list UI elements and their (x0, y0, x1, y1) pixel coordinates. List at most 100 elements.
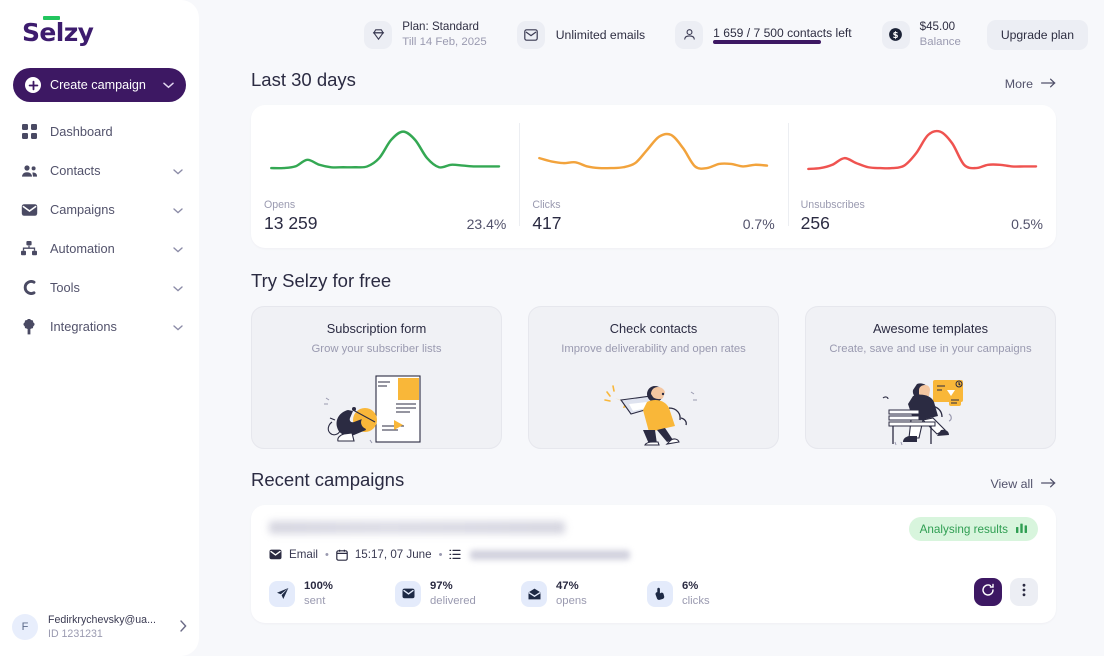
campaign-stat-sent: 100% sent (269, 579, 395, 608)
emails-label: Unlimited emails (556, 28, 645, 42)
promo-card-subscription-form[interactable]: Subscription form Grow your subscriber l… (251, 306, 502, 449)
sitemap-icon (20, 240, 38, 258)
recent-header: Recent campaigns View all (251, 469, 1056, 491)
contacts-label: 1 659 / 7 500 contacts left (713, 26, 852, 40)
campaign-stat-percent: 97% (430, 579, 476, 594)
last30-title: Last 30 days (251, 69, 356, 91)
upgrade-plan-button[interactable]: Upgrade plan (987, 20, 1088, 50)
contacts-usage: 1 659 / 7 500 contacts left (713, 26, 852, 44)
logo-text: Selzy (22, 18, 93, 47)
wrench-c-icon (20, 279, 38, 297)
chevron-down-icon (173, 279, 183, 297)
sidebar-item-automation[interactable]: Automation (0, 229, 199, 268)
promo-card-title: Awesome templates (816, 321, 1045, 336)
create-campaign-button[interactable]: Create campaign (13, 68, 186, 102)
coin-icon: $ (882, 21, 910, 49)
campaign-stat-text: 97% delivered (430, 579, 476, 608)
puzzle-icon (20, 318, 38, 336)
campaign-stat-opens: 47% opens (521, 579, 647, 608)
promo-header: Try Selzy for free (251, 270, 1056, 292)
sidebar-item-tools[interactable]: Tools (0, 268, 199, 307)
arrow-right-icon (1041, 77, 1056, 91)
promo-title: Try Selzy for free (251, 270, 391, 292)
campaign-row[interactable]: Email • 15:17, 07 June • Analysing resul… (251, 505, 1056, 623)
sidebar-item-label: Campaigns (50, 202, 173, 217)
campaign-actions (974, 578, 1038, 606)
topbar-contacts[interactable]: 1 659 / 7 500 contacts left (675, 21, 852, 49)
sidebar-item-integrations[interactable]: Integrations (0, 307, 199, 346)
refresh-button[interactable] (974, 578, 1002, 606)
refresh-icon (981, 583, 995, 602)
metric-label: Opens (264, 199, 506, 211)
view-all-link[interactable]: View all (991, 477, 1056, 491)
chevron-right-icon (180, 620, 187, 635)
topbar-emails[interactable]: Unlimited emails (517, 21, 645, 49)
more-vertical-icon (1022, 583, 1026, 602)
plan-expiry: Till 14 Feb, 2025 (402, 35, 486, 50)
promo-card-subtitle: Improve deliverability and open rates (539, 343, 768, 355)
chevron-down-icon (173, 240, 183, 258)
topbar-balance[interactable]: $ $45.00 Balance (882, 19, 961, 50)
campaign-stat-percent: 47% (556, 579, 587, 594)
promo-card-title: Subscription form (262, 321, 491, 336)
sidebar-item-label: Tools (50, 280, 173, 295)
promo-card-subtitle: Create, save and use in your campaigns (816, 343, 1045, 355)
campaign-stat-name: delivered (430, 594, 476, 609)
sparkline-opens (264, 119, 506, 189)
more-link[interactable]: More (1005, 77, 1056, 91)
chevron-down-icon (173, 318, 183, 336)
sparkline-unsubscribes (801, 119, 1043, 189)
campaign-stat-text: 100% sent (304, 579, 333, 608)
campaign-stat-name: sent (304, 594, 333, 609)
envelope-icon (395, 581, 421, 607)
envelope-icon (269, 549, 282, 560)
balance-label: Balance (920, 35, 961, 50)
profile-email: Fedirkrychevsky@ua... (48, 614, 180, 626)
selzy-logo[interactable]: Selzy (22, 20, 93, 46)
promo-card-check-contacts[interactable]: Check contacts Improve deliverability an… (528, 306, 779, 449)
person-on-bench-illustration (806, 374, 1055, 446)
campaign-stats: 100% sent 97% delivered (269, 579, 1038, 608)
upgrade-plan-label: Upgrade plan (1001, 28, 1074, 42)
profile-id: ID 1231231 (48, 628, 180, 640)
more-options-button[interactable] (1010, 578, 1038, 606)
sidebar-item-contacts[interactable]: Contacts (0, 151, 199, 190)
campaign-stat-percent: 6% (682, 579, 710, 594)
chevron-down-icon (173, 162, 183, 180)
campaign-stat-text: 6% clicks (682, 579, 710, 608)
sparkline-clicks (532, 119, 774, 189)
person-with-laptop-illustration (529, 374, 778, 446)
metric-percent: 0.7% (743, 216, 775, 232)
separator-dot: • (439, 549, 443, 561)
promo-row: Subscription form Grow your subscriber l… (251, 306, 1056, 449)
svg-text:$: $ (893, 30, 899, 40)
sidebar-nav: Dashboard Contacts Campaigns (0, 112, 199, 346)
topbar-plan[interactable]: Plan: Standard Till 14 Feb, 2025 (364, 19, 486, 50)
campaign-stat-name: clicks (682, 594, 710, 609)
campaign-channel: Email (289, 548, 318, 561)
promo-card-awesome-templates[interactable]: Awesome templates Create, save and use i… (805, 306, 1056, 449)
arrow-right-icon (1041, 477, 1056, 491)
chevron-down-icon (173, 201, 183, 219)
campaign-stat-text: 47% opens (556, 579, 587, 608)
user-profile[interactable]: F Fedirkrychevsky@ua... ID 1231231 (0, 598, 199, 656)
topbar: Plan: Standard Till 14 Feb, 2025 Unlimit… (199, 0, 1104, 69)
open-envelope-icon (521, 581, 547, 607)
status-badge: Analysing results (909, 517, 1038, 541)
balance-text: $45.00 Balance (920, 19, 961, 50)
status-badge-label: Analysing results (920, 523, 1008, 536)
grid-icon (20, 123, 38, 141)
sidebar-item-dashboard[interactable]: Dashboard (0, 112, 199, 151)
campaign-stat-name: opens (556, 594, 587, 609)
sidebar-item-label: Automation (50, 241, 173, 256)
pointer-hand-icon (647, 581, 673, 607)
profile-meta: Fedirkrychevsky@ua... ID 1231231 (48, 614, 180, 640)
metric-label: Unsubscribes (801, 199, 1043, 211)
campaign-stat-percent: 100% (304, 579, 333, 594)
user-icon (675, 21, 703, 49)
campaign-stat-clicks: 6% clicks (647, 579, 773, 608)
metric-clicks: Clicks 417 0.7% (519, 119, 787, 248)
sidebar-item-campaigns[interactable]: Campaigns (0, 190, 199, 229)
app-root: Selzy Create campaign Dashboard (0, 0, 1104, 656)
campaign-stat-delivered: 97% delivered (395, 579, 521, 608)
